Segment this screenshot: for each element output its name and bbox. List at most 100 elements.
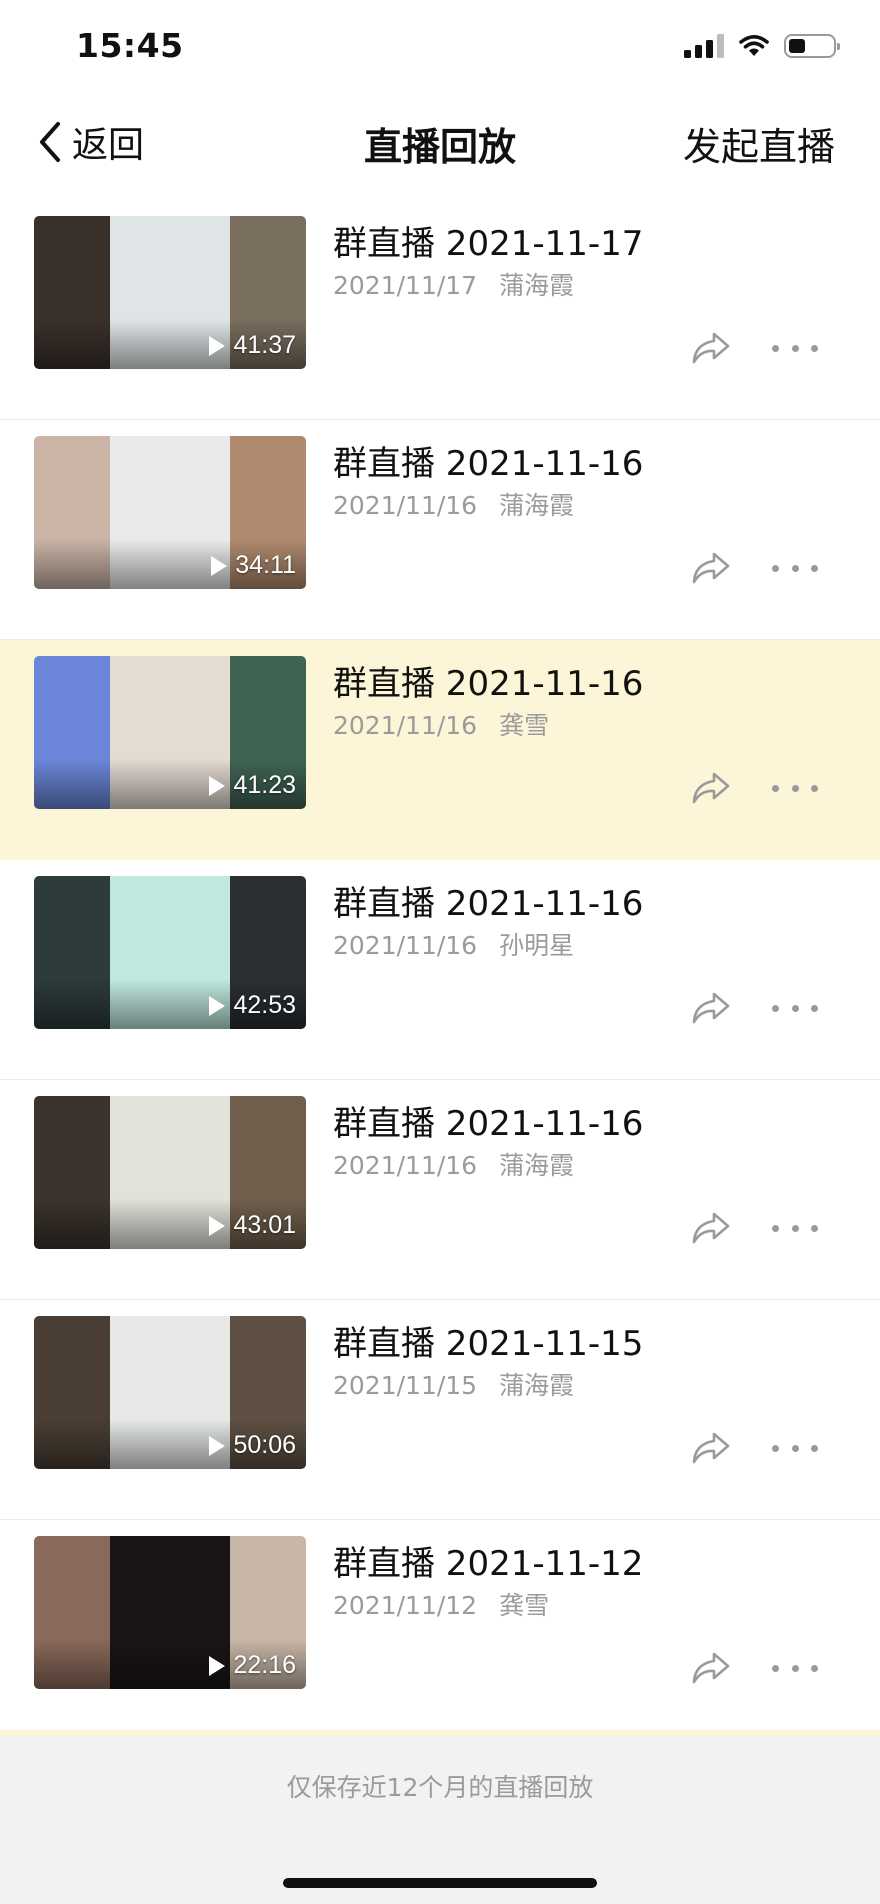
footer-divider: [0, 1730, 880, 1736]
start-live-button[interactable]: 发起直播: [683, 116, 835, 171]
more-options-button[interactable]: [772, 1208, 818, 1248]
replay-host: 蒲海霞: [499, 491, 575, 520]
replay-title: 群直播 2021-11-15: [333, 1324, 644, 1364]
video-duration: 50:06: [209, 1431, 296, 1460]
replay-title: 群直播 2021-11-16: [333, 884, 644, 924]
replay-title: 群直播 2021-11-12: [333, 1544, 644, 1584]
video-thumbnail[interactable]: 42:53: [34, 876, 306, 1029]
replay-meta: 2021/11/16 蒲海霞: [333, 1146, 574, 1182]
replay-meta: 2021/11/17 蒲海霞: [333, 266, 574, 302]
share-icon: [692, 1432, 730, 1464]
replay-host: 龚雪: [499, 1591, 550, 1620]
video-duration: 42:53: [209, 991, 296, 1020]
home-indicator: [283, 1878, 597, 1888]
share-button[interactable]: [688, 1428, 734, 1468]
replay-list-item[interactable]: 43:01 群直播 2021-11-16 2021/11/16 蒲海霞: [0, 1080, 880, 1300]
more-options-button[interactable]: [772, 548, 818, 588]
replay-date: 2021/11/16: [333, 711, 478, 740]
replay-meta: 2021/11/16 孙明星: [333, 926, 574, 962]
replay-meta: 2021/11/16 蒲海霞: [333, 486, 574, 522]
video-duration: 41:23: [209, 771, 296, 800]
video-duration: 34:11: [211, 551, 296, 580]
play-icon: [209, 1435, 226, 1456]
replay-meta: 2021/11/16 龚雪: [333, 706, 549, 742]
play-icon: [211, 555, 228, 576]
duration-label: 50:06: [233, 1431, 296, 1459]
wifi-icon: [739, 35, 769, 56]
more-options-button[interactable]: [772, 768, 818, 808]
battery-icon: [784, 34, 840, 58]
video-thumbnail[interactable]: 41:23: [34, 656, 306, 809]
video-thumbnail[interactable]: 41:37: [34, 216, 306, 369]
duration-label: 41:23: [233, 771, 296, 799]
play-icon: [209, 995, 226, 1016]
duration-label: 41:37: [233, 331, 296, 359]
video-duration: 41:37: [209, 331, 296, 360]
replay-title: 群直播 2021-11-16: [333, 444, 644, 484]
duration-label: 22:16: [233, 1651, 296, 1679]
share-button[interactable]: [688, 548, 734, 588]
replay-title: 群直播 2021-11-16: [333, 1104, 644, 1144]
more-options-button[interactable]: [772, 1428, 818, 1468]
video-thumbnail[interactable]: 34:11: [34, 436, 306, 589]
more-dots-icon: [772, 344, 779, 352]
status-time: 15:45: [76, 26, 184, 65]
replay-list-item[interactable]: 41:23 群直播 2021-11-16 2021/11/16 龚雪: [0, 640, 880, 860]
replay-date: 2021/11/15: [333, 1371, 478, 1400]
replay-host: 龚雪: [499, 711, 550, 740]
share-button[interactable]: [688, 328, 734, 368]
share-button[interactable]: [688, 988, 734, 1028]
share-icon: [692, 1212, 730, 1244]
battery-level: [789, 39, 805, 53]
duration-label: 34:11: [235, 551, 296, 579]
more-dots-icon: [772, 1004, 779, 1012]
replay-host: 蒲海霞: [499, 271, 575, 300]
share-icon: [692, 552, 730, 584]
play-icon: [209, 1215, 226, 1236]
share-button[interactable]: [688, 1648, 734, 1688]
replay-date: 2021/11/12: [333, 1591, 478, 1620]
replay-list-item[interactable]: 22:16 群直播 2021-11-12 2021/11/12 龚雪: [0, 1520, 880, 1740]
more-dots-icon: [772, 1224, 779, 1232]
more-dots-icon: [772, 784, 779, 792]
duration-label: 42:53: [233, 991, 296, 1019]
replay-date: 2021/11/16: [333, 1151, 478, 1180]
video-thumbnail[interactable]: 22:16: [34, 1536, 306, 1689]
replay-date: 2021/11/16: [333, 931, 478, 960]
status-icons: [684, 34, 840, 58]
replay-title: 群直播 2021-11-16: [333, 664, 644, 704]
share-icon: [692, 992, 730, 1024]
video-thumbnail[interactable]: 43:01: [34, 1096, 306, 1249]
navigation-bar: 返回 直播回放 发起直播: [0, 96, 880, 186]
replay-list-item[interactable]: 42:53 群直播 2021-11-16 2021/11/16 孙明星: [0, 860, 880, 1080]
more-options-button[interactable]: [772, 328, 818, 368]
more-options-button[interactable]: [772, 988, 818, 1028]
retention-note: 仅保存近12个月的直播回放: [286, 1773, 594, 1802]
more-dots-icon: [772, 1664, 779, 1672]
play-icon: [209, 1655, 226, 1676]
replay-title: 群直播 2021-11-17: [333, 224, 644, 264]
replay-host: 蒲海霞: [499, 1371, 575, 1400]
more-options-button[interactable]: [772, 1648, 818, 1688]
share-icon: [692, 772, 730, 804]
share-button[interactable]: [688, 1208, 734, 1248]
replay-list-item[interactable]: 41:37 群直播 2021-11-17 2021/11/17 蒲海霞: [0, 200, 880, 420]
replay-host: 蒲海霞: [499, 1151, 575, 1180]
play-icon: [209, 775, 226, 796]
share-icon: [692, 1652, 730, 1684]
play-icon: [209, 335, 226, 356]
replay-date: 2021/11/17: [333, 271, 478, 300]
video-thumbnail[interactable]: 50:06: [34, 1316, 306, 1469]
replay-date: 2021/11/16: [333, 491, 478, 520]
footer: 仅保存近12个月的直播回放: [0, 1730, 880, 1904]
video-duration: 43:01: [209, 1211, 296, 1240]
replay-list-item[interactable]: 34:11 群直播 2021-11-16 2021/11/16 蒲海霞: [0, 420, 880, 640]
replay-meta: 2021/11/12 龚雪: [333, 1586, 549, 1622]
share-icon: [692, 332, 730, 364]
replay-meta: 2021/11/15 蒲海霞: [333, 1366, 574, 1402]
status-bar: 15:45: [0, 0, 880, 96]
replay-list-item[interactable]: 50:06 群直播 2021-11-15 2021/11/15 蒲海霞: [0, 1300, 880, 1520]
share-button[interactable]: [688, 768, 734, 808]
replay-list: 41:37 群直播 2021-11-17 2021/11/17 蒲海霞 34:11…: [0, 200, 880, 1740]
video-duration: 22:16: [209, 1651, 296, 1680]
